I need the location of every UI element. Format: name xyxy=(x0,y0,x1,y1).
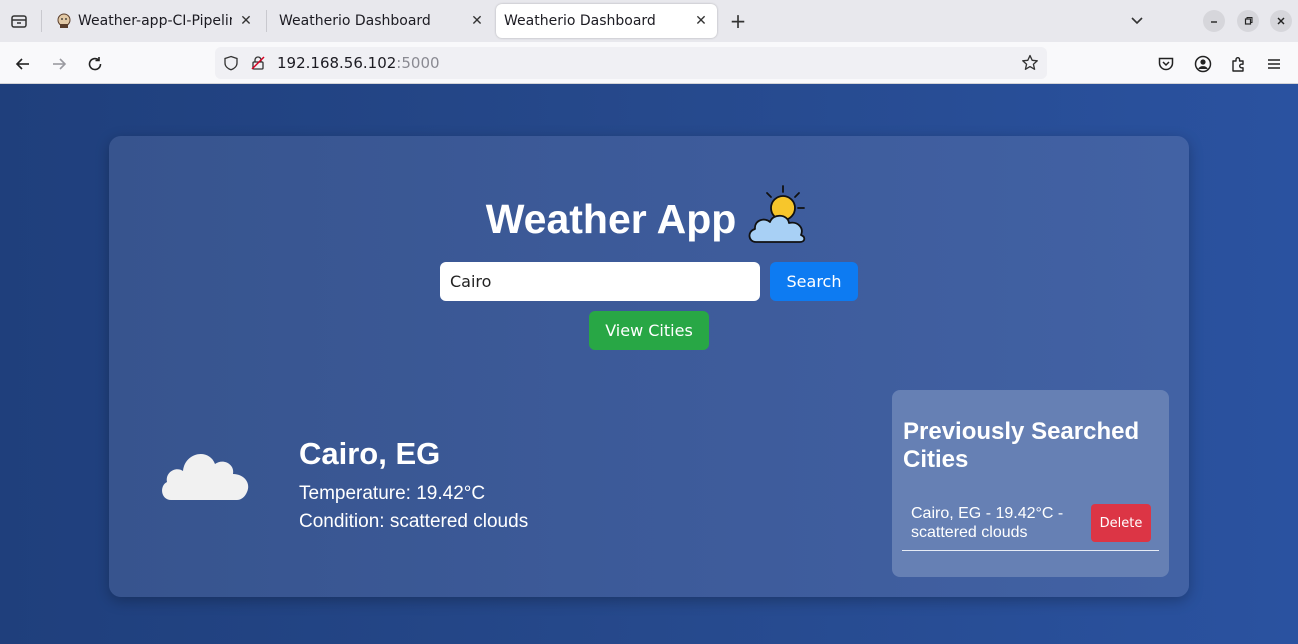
close-tab-icon[interactable]: ✕ xyxy=(469,13,485,29)
delete-button[interactable]: Delete xyxy=(1091,504,1151,542)
city-search-input[interactable] xyxy=(440,262,760,301)
navigation-bar: 192.168.56.102:5000 xyxy=(0,42,1298,84)
close-tab-icon[interactable]: ✕ xyxy=(693,13,709,29)
tab-separator xyxy=(41,10,42,32)
extensions-icon[interactable] xyxy=(1226,51,1252,77)
back-arrow-icon[interactable] xyxy=(10,51,36,77)
tab-jenkins[interactable]: Weather-app-CI-Pipeline [ ✕ xyxy=(48,4,262,38)
tab-weatherio-2[interactable]: Weatherio Dashboard ✕ xyxy=(496,4,717,38)
weather-card: Weather App Search View Cities Cairo, EG… xyxy=(109,136,1189,597)
insecure-lock-icon[interactable] xyxy=(250,55,266,75)
url-port: :5000 xyxy=(396,54,440,72)
menu-icon[interactable] xyxy=(1261,51,1287,77)
close-tab-icon[interactable]: ✕ xyxy=(238,13,254,29)
url-host: 192.168.56.102 xyxy=(277,54,397,72)
tab-title: Weather-app-CI-Pipeline [ xyxy=(78,13,232,29)
app-title: Weather App xyxy=(485,196,737,242)
url-text: 192.168.56.102:5000 xyxy=(277,54,440,72)
page-viewport: Weather App Search View Cities Cairo, EG… xyxy=(0,84,1298,644)
tab-title: Weatherio Dashboard xyxy=(504,13,656,29)
history-list-item: Cairo, EG - 19.42°C - scattered clouds D… xyxy=(902,498,1159,551)
tab-overview-icon[interactable] xyxy=(6,8,32,34)
new-tab-button[interactable]: + xyxy=(727,9,749,33)
search-history-panel: Previously Searched Cities Cairo, EG - 1… xyxy=(892,390,1169,577)
view-cities-button[interactable]: View Cities xyxy=(589,311,709,350)
pocket-icon[interactable] xyxy=(1153,51,1179,77)
search-button[interactable]: Search xyxy=(770,262,858,301)
chevron-down-icon[interactable] xyxy=(1126,10,1148,32)
tab-title: Weatherio Dashboard xyxy=(279,13,431,29)
city-name: Cairo, EG xyxy=(299,436,441,471)
restore-icon[interactable] xyxy=(1237,10,1259,32)
reload-icon[interactable] xyxy=(82,51,108,77)
history-title: Previously Searched Cities xyxy=(903,418,1140,473)
condition-text: Condition: scattered clouds xyxy=(299,511,529,532)
temperature-text: Temperature: 19.42°C xyxy=(299,483,486,504)
jenkins-favicon-icon xyxy=(57,13,71,28)
close-icon[interactable] xyxy=(1270,10,1292,32)
tab-weatherio-1[interactable]: Weatherio Dashboard ✕ xyxy=(271,4,493,38)
forward-arrow-icon[interactable] xyxy=(46,51,72,77)
cloud-icon xyxy=(162,454,249,500)
tab-separator xyxy=(266,10,267,32)
address-bar[interactable]: 192.168.56.102:5000 xyxy=(215,47,1047,79)
account-icon[interactable] xyxy=(1190,51,1216,77)
minimize-icon[interactable] xyxy=(1203,10,1225,32)
tab-bar: Weather-app-CI-Pipeline [ ✕ Weatherio Da… xyxy=(0,0,1298,42)
sun-behind-cloud-icon xyxy=(748,185,806,243)
history-item-text: Cairo, EG - 19.42°C - scattered clouds xyxy=(911,505,1064,541)
bookmark-star-icon[interactable] xyxy=(1021,54,1039,76)
shield-icon[interactable] xyxy=(223,55,239,75)
title-row: Weather App xyxy=(109,180,1189,250)
